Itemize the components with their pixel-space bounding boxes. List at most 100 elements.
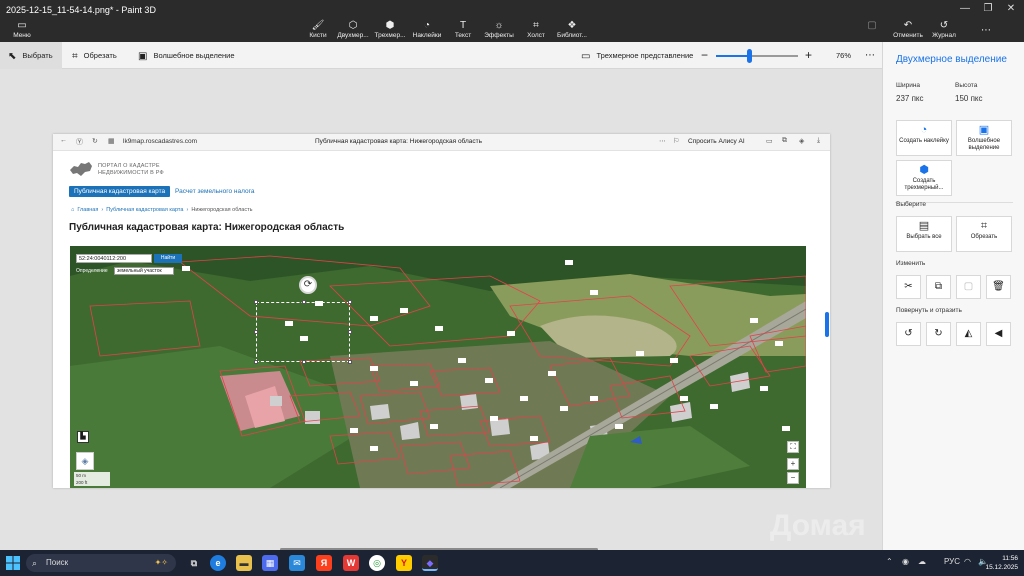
height-value[interactable]: 150 пкс xyxy=(955,94,983,103)
tabs-icon: ⧉ xyxy=(782,137,787,144)
satellite-terrain xyxy=(70,246,806,488)
selection-handle[interactable] xyxy=(254,330,258,334)
flip-horizontal-icon: ◭ xyxy=(964,328,973,339)
image-page-title: Публичная кадастровая карта: Нижегородск… xyxy=(315,138,483,145)
magic-select-panel-label: Волшебное выделение xyxy=(967,138,1001,151)
magic-select-panel-button[interactable]: ▣ Волшебное выделение xyxy=(956,120,1012,156)
copilot-sparkle-icon: ✦✧ xyxy=(154,558,168,567)
yandex-browser-icon[interactable]: Y xyxy=(396,555,412,571)
rotate-left-button[interactable]: ↺ xyxy=(896,322,921,346)
tray-app-icon[interactable]: ◉ xyxy=(902,557,909,566)
ribbon: ▭ Меню 🖌 Кисти ⬡ Двухмер... ⬢ Трехмер...… xyxy=(0,20,1024,42)
trash-icon: 🗑 xyxy=(992,281,1005,292)
paint3d-taskbar-icon[interactable]: ◆ xyxy=(422,555,438,571)
yandex-market-icon[interactable]: Я xyxy=(316,555,332,571)
zoom-slider[interactable] xyxy=(716,49,798,63)
create-sticker-label: Создать наклейку xyxy=(899,138,949,144)
store-icon[interactable]: ▦ xyxy=(262,555,278,571)
cut-button[interactable]: ✂ xyxy=(896,275,921,299)
view-3d-toggle[interactable]: ▭ Трехмерное представление xyxy=(581,42,693,69)
zoom-percent: 76% xyxy=(836,51,852,60)
history-button[interactable]: ↺ Журнал xyxy=(922,20,966,42)
flip-horizontal-button[interactable]: ◭ xyxy=(956,322,981,346)
canvas-area[interactable]: ← Ⓨ ↻ ▦ lk9map.roscadastres.com Публична… xyxy=(0,69,882,551)
create-sticker-button[interactable]: ◔ Создать наклейку xyxy=(896,120,952,156)
image-tab-land-tax: Расчет земельного налога xyxy=(175,188,255,195)
crop-button[interactable]: ⌗ Обрезать xyxy=(72,42,117,69)
rotate-right-button[interactable]: ↻ xyxy=(926,322,951,346)
canvas-image[interactable]: ← Ⓨ ↻ ▦ lk9map.roscadastres.com Публична… xyxy=(53,134,830,488)
chrome-icon[interactable]: ◎ xyxy=(369,555,385,571)
map-search-input: 52:24:0040112:200 xyxy=(76,254,152,263)
map-sidebar-icon: ▙ xyxy=(77,431,89,443)
windows-start-icon[interactable] xyxy=(6,556,20,570)
crop-icon: ⌗ xyxy=(980,220,988,232)
tray-onedrive-icon[interactable]: ☁ xyxy=(918,557,926,566)
select-all-button[interactable]: ▤ Выбрать все xyxy=(896,216,952,252)
zoom-in-icon: + xyxy=(787,458,799,470)
rotate-right-icon: ↻ xyxy=(934,328,943,339)
file-explorer-icon[interactable]: ▬ xyxy=(236,555,252,571)
back-icon: ← xyxy=(60,137,67,144)
tool-label: Библиот... xyxy=(557,32,587,39)
panel-crop-button[interactable]: ⌗ Обрезать xyxy=(956,216,1012,252)
zoom-thumb[interactable] xyxy=(746,49,752,63)
rotate-flip-label: Повернуть и отразить xyxy=(896,307,962,314)
choose-label: Выберите xyxy=(896,201,927,208)
maximize-button[interactable]: ❐ xyxy=(977,0,999,18)
more-button[interactable]: ⋯ xyxy=(966,20,1006,42)
selection-handle[interactable] xyxy=(348,300,352,304)
copy-icon: ⧉ xyxy=(934,281,943,292)
paste-panel-button[interactable]: ▢ xyxy=(956,275,981,299)
tray-chevron-icon[interactable]: ⌃ xyxy=(886,557,893,566)
create-3d-button[interactable]: ⬢ Создать трехмерный... xyxy=(896,160,952,196)
clock-date: 15.12.2025 xyxy=(985,564,1018,571)
select-tool-button[interactable]: ⬉ Выбрать xyxy=(0,42,62,69)
window-title: 2025-12-15_11-54-14.png* - Paint 3D xyxy=(6,5,156,15)
language-indicator[interactable]: РУС xyxy=(944,557,960,566)
selection-handle[interactable] xyxy=(302,300,306,304)
create-3d-label: Создать трехмерный... xyxy=(904,178,944,191)
menu-button[interactable]: ▭ Меню xyxy=(0,20,44,42)
magic-select-button[interactable]: ▣ Волшебное выделение xyxy=(138,42,235,69)
task-view-icon[interactable]: ⧉ xyxy=(186,555,202,571)
minimize-button[interactable]: — xyxy=(954,0,976,18)
zoom-in-button[interactable]: + xyxy=(805,42,812,69)
selection-handle[interactable] xyxy=(348,360,352,364)
app-w-icon[interactable]: W xyxy=(343,555,359,571)
reload-icon: ↻ xyxy=(92,138,98,145)
close-button[interactable]: ✕ xyxy=(1000,0,1022,18)
toolbar-more-button[interactable]: ⋯ xyxy=(865,42,875,69)
image-browser-bar: ← Ⓨ ↻ ▦ lk9map.roscadastres.com Публична… xyxy=(53,134,830,151)
home-icon: ⌂ xyxy=(71,207,75,213)
selection-handle[interactable] xyxy=(254,360,258,364)
edge-icon[interactable]: e xyxy=(210,555,226,571)
tool-library[interactable]: ❖ Библиот... xyxy=(550,20,594,42)
height-label: Высота xyxy=(955,82,978,89)
selection-rectangle[interactable] xyxy=(254,300,352,364)
selection-handle[interactable] xyxy=(302,360,306,364)
selection-handle[interactable] xyxy=(348,330,352,334)
copy-button[interactable]: ⧉ xyxy=(926,275,951,299)
view-3d-label: Трехмерное представление xyxy=(596,51,694,60)
selection-handle[interactable] xyxy=(254,300,258,304)
mail-icon[interactable]: ✉ xyxy=(289,555,305,571)
logo-line-1: ПОРТАЛ О КАДАСТРЕ xyxy=(98,163,160,169)
portal-logo-text: ПОРТАЛ О КАДАСТРЕ НЕДВИЖИМОСТИ В РФ xyxy=(98,163,164,177)
width-label: Ширина xyxy=(896,82,921,89)
view-3d-icon: ▭ xyxy=(581,50,591,62)
cube-icon: ⬢ xyxy=(919,164,929,176)
width-value[interactable]: 237 пкс xyxy=(896,94,924,103)
flip-vertical-button[interactable]: ◀ xyxy=(986,322,1011,346)
magic-select-icon: ▣ xyxy=(978,124,990,136)
delete-button[interactable]: 🗑 xyxy=(986,275,1011,299)
clock[interactable]: 11:56 15.12.2025 xyxy=(985,554,1018,572)
zoom-out-icon: − xyxy=(787,472,799,484)
map-layers-icon: ◈ xyxy=(76,452,94,470)
zoom-out-button[interactable]: − xyxy=(701,42,708,69)
vertical-scrollbar[interactable] xyxy=(825,312,829,337)
wifi-icon[interactable]: ◠ xyxy=(964,557,971,566)
menu-dots-icon: ⋯ xyxy=(659,138,666,145)
select-all-icon: ▤ xyxy=(918,220,930,232)
taskbar-search[interactable]: ⌕ Поиск ✦✧ xyxy=(26,554,176,572)
